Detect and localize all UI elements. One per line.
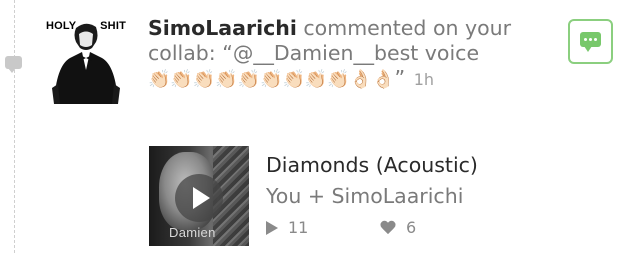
- like-count: 6: [406, 218, 417, 237]
- timestamp: 1h: [413, 70, 435, 89]
- timeline-line: [14, 0, 15, 253]
- play-count-icon: [266, 220, 278, 235]
- avatar[interactable]: HOLY SHIT: [44, 18, 128, 104]
- comment-icon: [580, 32, 601, 52]
- username-link[interactable]: SimoLaarichi: [148, 16, 297, 40]
- clap-emoji-icon: 👏🏻👏🏻👏🏻👏🏻👏🏻👏🏻👏🏻👏🏻👏🏻👌🏻👌🏻: [148, 69, 395, 90]
- thumbnail-brand: Damien: [169, 225, 216, 240]
- play-count: 11: [288, 218, 309, 237]
- reply-comment-button[interactable]: [568, 19, 613, 64]
- tuxedo-figure-icon: [52, 23, 120, 104]
- play-icon[interactable]: [175, 174, 223, 222]
- collab-title[interactable]: Diamonds (Acoustic): [266, 153, 478, 177]
- collab-thumbnail[interactable]: Damien: [149, 146, 249, 246]
- collab-artists: You + SimoLaarichi: [266, 184, 464, 208]
- closing-quote: ”: [394, 66, 406, 90]
- notification-text: SimoLaarichi commented on your collab: “…: [148, 16, 553, 92]
- heart-icon: [380, 221, 396, 235]
- likes-stat[interactable]: 6: [380, 218, 416, 237]
- plays-stat: 11: [266, 218, 308, 237]
- timeline-comment-icon: [5, 56, 22, 73]
